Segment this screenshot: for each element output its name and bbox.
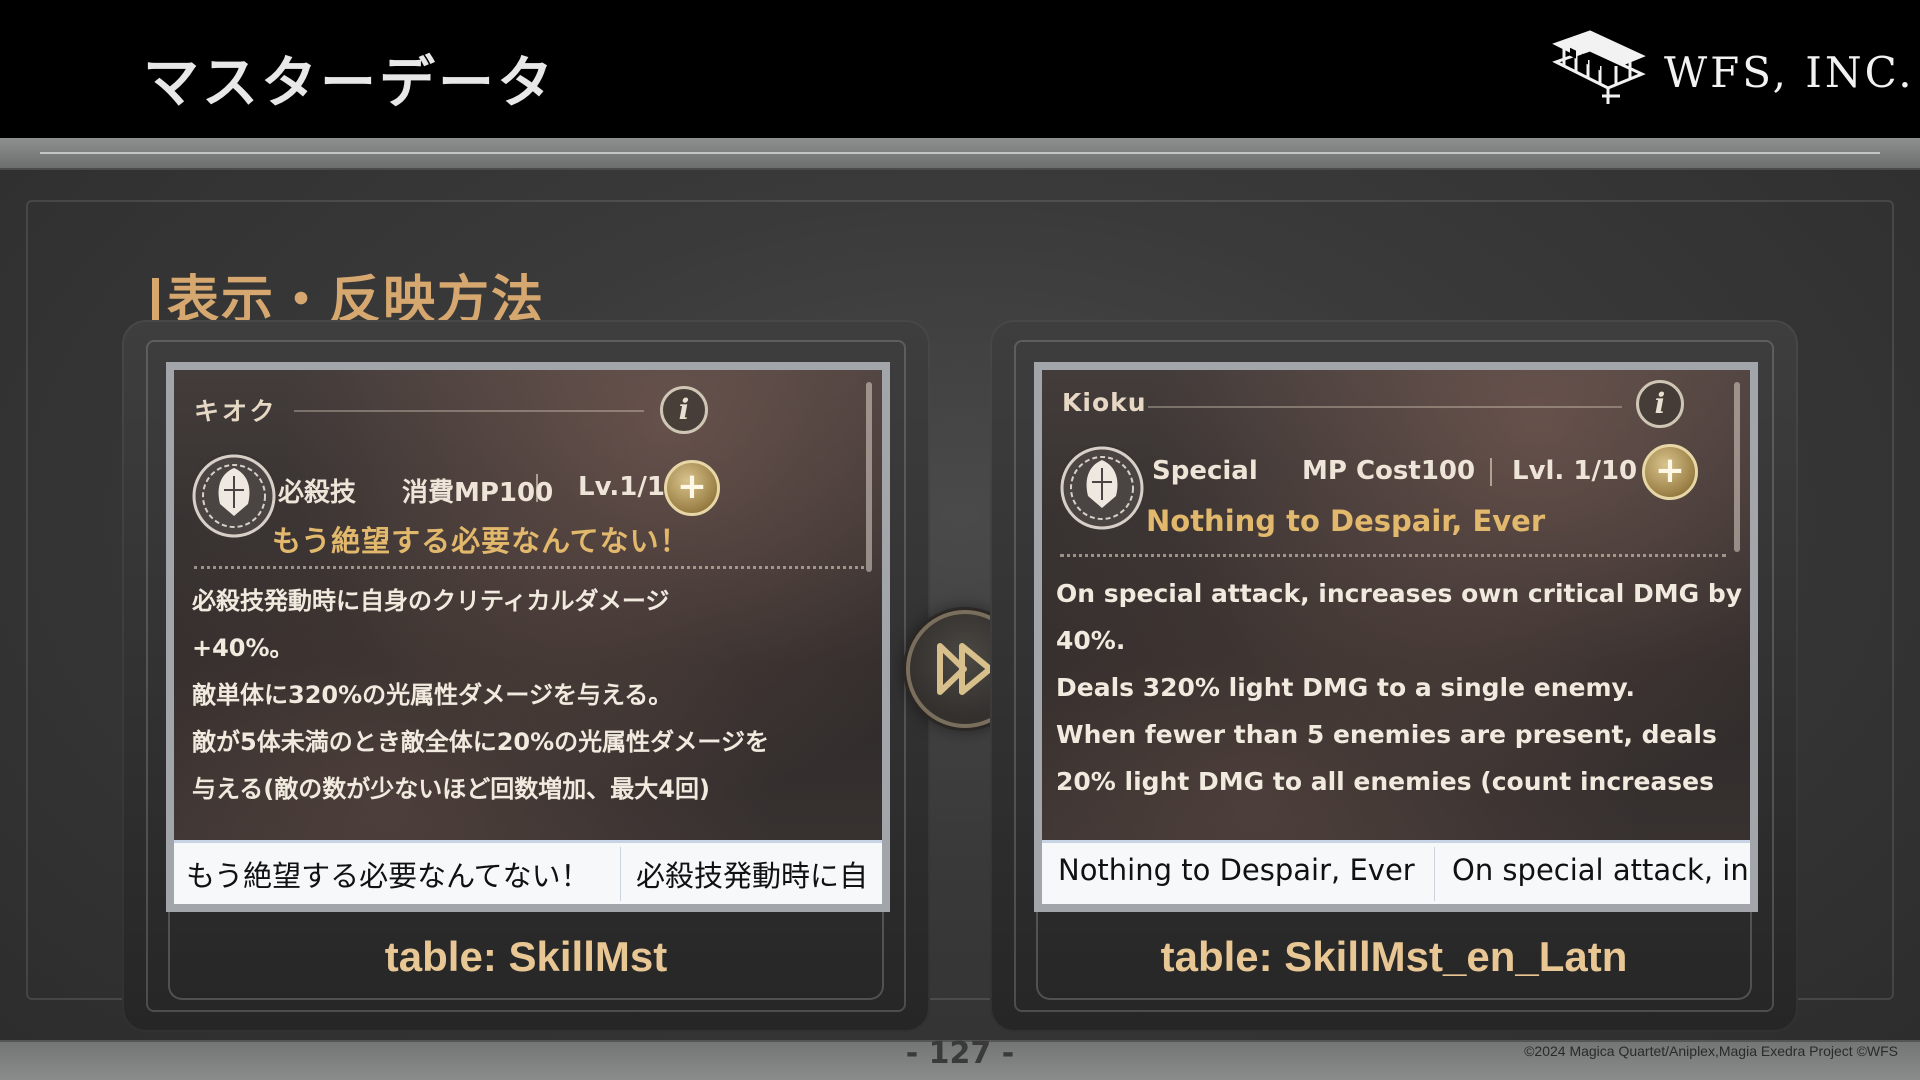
heading-bar bbox=[152, 278, 159, 322]
english-skill-screenshot: Kioku i Special MP Cost100 Lvl. 1/10 + N… bbox=[1034, 362, 1758, 912]
description-line: 必殺技発動時に自身のクリティカルダメージ bbox=[192, 587, 670, 615]
category-label: キオク bbox=[194, 397, 278, 426]
description-line: +40%。 bbox=[192, 634, 294, 662]
skill-level: Lvl. 1/10 bbox=[1512, 456, 1638, 486]
english-skill-card: Kioku i Special MP Cost100 Lvl. 1/10 + N… bbox=[990, 320, 1798, 1032]
biplane-logo-icon bbox=[1552, 30, 1646, 104]
description-line: Deals 320% light DMG to a single enemy. bbox=[1056, 673, 1636, 702]
description-cell: On special attack, in bbox=[1452, 853, 1749, 887]
header-bar: マスターデータ WFS, INC. bbox=[0, 0, 1920, 138]
name-cell: Nothing to Despair, Ever bbox=[1058, 853, 1415, 887]
description-line: 敵が5体未満のとき敵全体に20%の光属性ダメージを bbox=[192, 728, 769, 756]
guardian-crest-icon bbox=[192, 454, 276, 538]
dotted-divider bbox=[1060, 554, 1726, 557]
scrollbar[interactable] bbox=[866, 382, 872, 572]
copyright-notice: ©2024 Magica Quartet/Aniplex,Magia Exedr… bbox=[1524, 1043, 1898, 1059]
scrollbar[interactable] bbox=[1734, 382, 1740, 552]
description-line: On special attack, increases own critica… bbox=[1056, 579, 1743, 608]
meta-separator bbox=[536, 474, 538, 502]
description-line: When fewer than 5 enemies are present, d… bbox=[1056, 720, 1717, 749]
table-row-strip: Nothing to Despair, Ever On special atta… bbox=[1042, 840, 1750, 904]
level-up-button[interactable]: + bbox=[664, 460, 720, 516]
table-name-label: table: SkillMst_en_Latn bbox=[1160, 933, 1628, 980]
dotted-divider bbox=[194, 566, 864, 569]
table-name-label: table: SkillMst bbox=[384, 933, 668, 980]
description-line: 40%. bbox=[1056, 626, 1126, 655]
description-line: 与える(敵の数が少ないほど回数増加、最大4回) bbox=[192, 775, 710, 803]
description-line: 20% light DMG to all enemies (count incr… bbox=[1056, 767, 1715, 796]
mp-cost: 消費MP100 bbox=[402, 478, 554, 508]
top-ornament-frame bbox=[0, 138, 1920, 170]
description-cell: 必殺技発動時に自 bbox=[636, 859, 869, 893]
slide-stage: 表示・反映方法 キオク i 必殺技 消費MP100 Lv.1/10 + もう絶望… bbox=[0, 138, 1920, 1080]
skill-name: もう絶望する必要なんてない！ bbox=[272, 524, 690, 558]
category-label: Kioku bbox=[1062, 388, 1147, 417]
skill-emblem bbox=[190, 452, 278, 540]
logo-text: WFS, INC. bbox=[1664, 48, 1915, 97]
skill-description: On special attack, increases own critica… bbox=[1056, 570, 1742, 805]
name-cell: もう絶望する必要なんてない！ bbox=[186, 859, 590, 893]
info-icon[interactable]: i bbox=[660, 386, 708, 434]
cell-divider bbox=[1434, 847, 1435, 901]
level-up-button[interactable]: + bbox=[1642, 444, 1698, 500]
skill-type: Special bbox=[1152, 456, 1258, 486]
skill-type: 必殺技 bbox=[278, 478, 357, 508]
japanese-skill-card: キオク i 必殺技 消費MP100 Lv.1/10 + もう絶望する必要なんてな… bbox=[122, 320, 930, 1032]
info-icon[interactable]: i bbox=[1636, 380, 1684, 428]
skill-description: 必殺技発動時に自身のクリティカルダメージ +40%。 敵単体に320%の光属性ダ… bbox=[192, 578, 769, 813]
japanese-skill-screenshot: キオク i 必殺技 消費MP100 Lv.1/10 + もう絶望する必要なんてな… bbox=[166, 362, 890, 912]
category-divider bbox=[1148, 406, 1622, 408]
meta-separator bbox=[1490, 458, 1492, 486]
skill-name: Nothing to Despair, Ever bbox=[1146, 504, 1546, 538]
category-divider bbox=[294, 410, 644, 412]
cell-divider bbox=[620, 847, 621, 901]
company-logo: WFS, INC. bbox=[1550, 26, 1912, 108]
skill-emblem bbox=[1058, 444, 1146, 532]
mp-cost: MP Cost100 bbox=[1302, 456, 1476, 486]
top-ornament-line bbox=[40, 152, 1880, 154]
guardian-crest-icon bbox=[1060, 446, 1144, 530]
table-row-strip: もう絶望する必要なんてない！ 必殺技発動時に自 bbox=[174, 840, 882, 904]
page-title: マスターデータ bbox=[143, 51, 556, 116]
description-line: 敵単体に320%の光属性ダメージを与える。 bbox=[192, 681, 673, 709]
